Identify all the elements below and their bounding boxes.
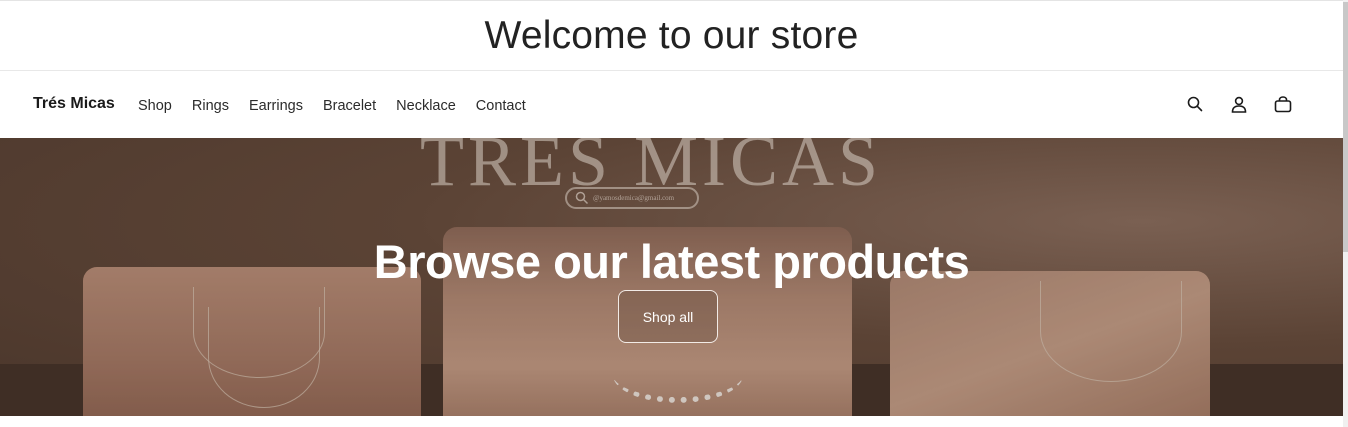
- model-photo-left: [83, 267, 421, 416]
- hero-banner: TRÉS MICAS @yamosdemica@gmail.com Browse…: [0, 138, 1343, 416]
- header-icons: [1185, 94, 1293, 114]
- hero-background-search-text: @yamosdemica@gmail.com: [593, 194, 675, 202]
- announcement-bar: Welcome to our store: [0, 0, 1343, 71]
- model-photo-right: [890, 271, 1210, 416]
- announcement-text: Welcome to our store: [484, 13, 859, 57]
- nav-item-earrings[interactable]: Earrings: [249, 98, 303, 114]
- nav-item-necklace[interactable]: Necklace: [396, 98, 456, 114]
- hero-background-search: @yamosdemica@gmail.com: [565, 187, 699, 209]
- main-nav: Shop Rings Earrings Bracelet Necklace Co…: [138, 98, 546, 114]
- magnifier-icon: [575, 191, 589, 205]
- hero-title: Browse our latest products: [373, 235, 970, 288]
- photo-shade: [83, 267, 421, 416]
- cart-icon[interactable]: [1273, 94, 1293, 114]
- nav-item-contact[interactable]: Contact: [476, 98, 526, 114]
- nav-item-shop[interactable]: Shop: [138, 98, 172, 114]
- nav-item-bracelet[interactable]: Bracelet: [323, 98, 376, 114]
- brand-logo[interactable]: Trés Micas: [33, 95, 115, 113]
- nav-item-rings[interactable]: Rings: [192, 98, 229, 114]
- account-icon[interactable]: [1229, 94, 1249, 114]
- scrollbar-thumb[interactable]: [1343, 2, 1348, 252]
- photo-shade: [890, 271, 1210, 416]
- site-header: Trés Micas Shop Rings Earrings Bracelet …: [0, 72, 1343, 138]
- search-icon[interactable]: [1185, 94, 1205, 114]
- page-scrollbar[interactable]: [1343, 0, 1348, 427]
- shop-all-button[interactable]: Shop all: [618, 290, 718, 343]
